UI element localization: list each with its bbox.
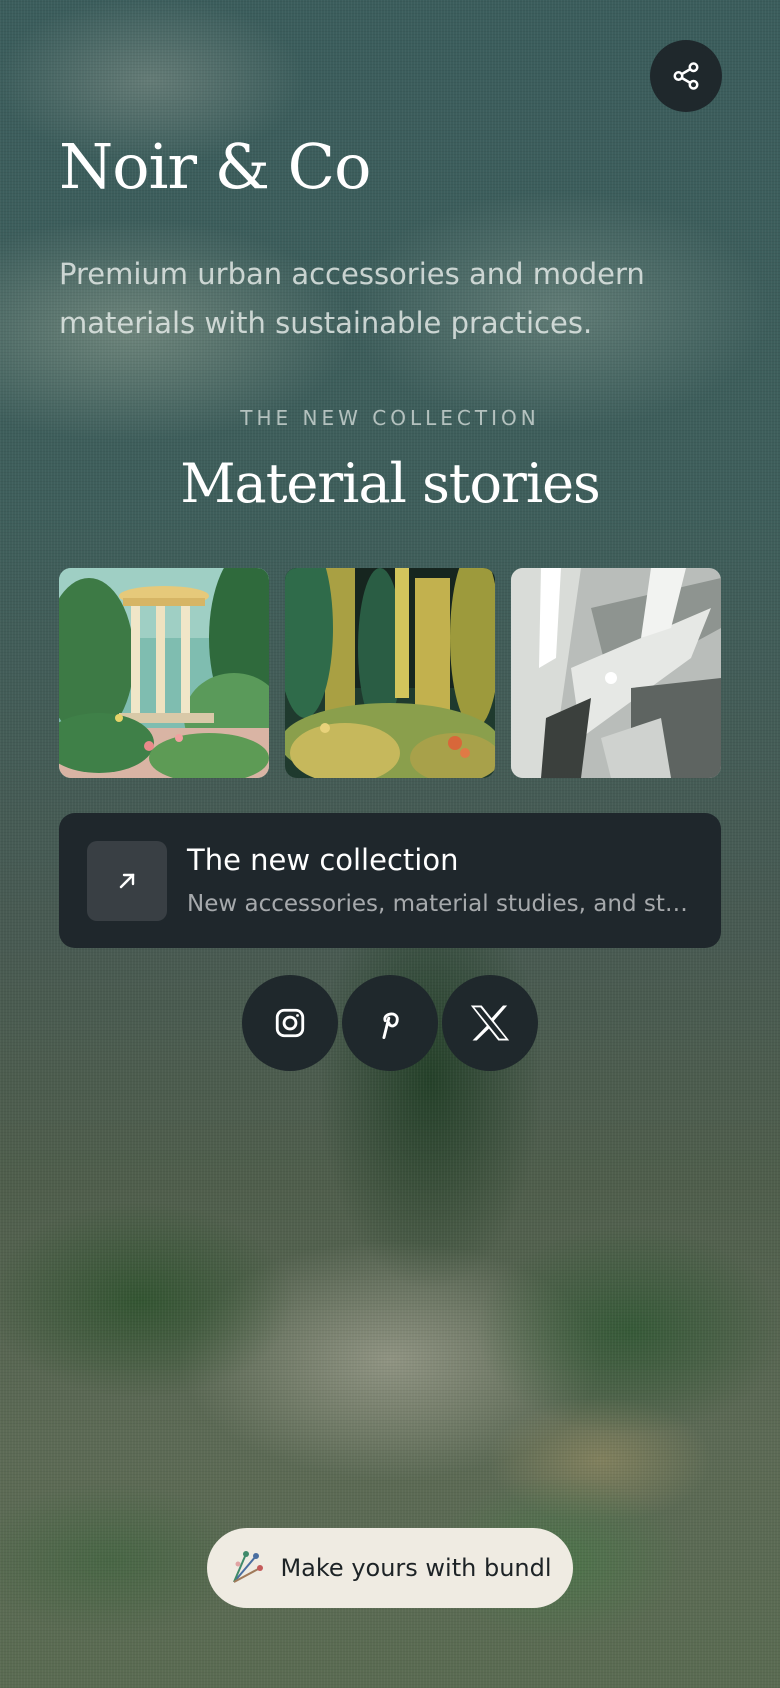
make-yours-button[interactable]: Make yours with bundl — [207, 1528, 573, 1608]
section-title: Material stories — [180, 452, 601, 515]
pinterest-icon — [382, 1012, 399, 1040]
collection-link-card[interactable]: The new collection New accessories, mate… — [59, 813, 721, 948]
share-icon — [673, 62, 699, 90]
instagram-icon — [275, 1008, 305, 1038]
link-thumbnail — [87, 841, 167, 921]
arrow-up-right-icon — [119, 873, 135, 889]
gallery-image-forest[interactable] — [285, 568, 495, 778]
x-button[interactable] — [442, 975, 538, 1071]
page-description: Premium urban accessories and modern mat… — [59, 257, 645, 340]
pinterest-button[interactable] — [342, 975, 438, 1071]
section-eyebrow: THE NEW COLLECTION — [240, 406, 540, 430]
page-title: Noir & Co — [59, 130, 371, 203]
x-icon — [470, 1005, 510, 1041]
instagram-button[interactable] — [242, 975, 338, 1071]
link-subtitle: New accessories, material studies, and s… — [187, 891, 697, 917]
bundl-logo-icon — [233, 1551, 264, 1583]
image-gallery — [59, 568, 721, 778]
link-title: The new collection — [187, 843, 459, 877]
make-yours-label: Make yours with bundl — [280, 1554, 552, 1582]
gallery-image-garden-temple[interactable] — [59, 568, 269, 778]
gallery-image-grey-abstract[interactable] — [511, 568, 721, 778]
share-button[interactable] — [650, 40, 722, 112]
